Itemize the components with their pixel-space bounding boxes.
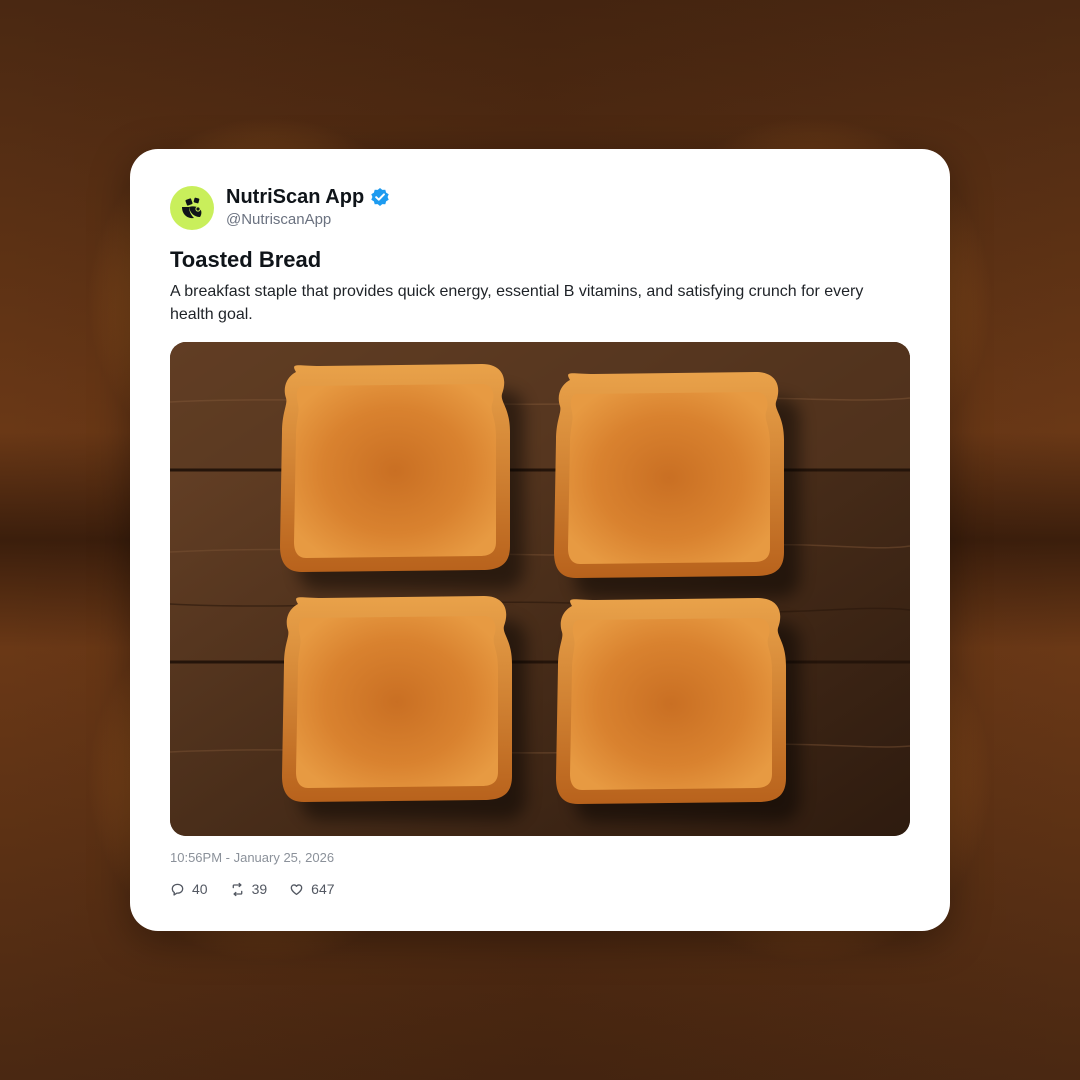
handle[interactable]: @NutriscanApp	[226, 210, 390, 230]
toast-slice-bottom-left	[282, 596, 526, 820]
reply-button[interactable]: 40	[170, 880, 208, 898]
toast-photo	[170, 342, 910, 836]
post-header: NutriScan App @NutriscanApp	[170, 185, 390, 230]
post-text: A breakfast staple that provides quick e…	[170, 283, 864, 323]
author-identity: NutriScan App @NutriscanApp	[226, 185, 390, 230]
post-image[interactable]	[170, 342, 910, 836]
repost-icon	[232, 882, 242, 896]
post-title: Toasted Bread	[170, 247, 322, 272]
post-actions: 40 39 647	[170, 880, 357, 898]
avatar[interactable]	[170, 185, 214, 230]
like-button[interactable]: 647	[289, 880, 335, 898]
heart-icon	[290, 883, 303, 895]
like-count: 647	[311, 881, 335, 897]
display-name[interactable]: NutriScan App	[226, 185, 364, 209]
repost-button[interactable]: 39	[230, 880, 268, 898]
toast-slice-bottom-right	[556, 598, 800, 822]
verified-badge-icon	[370, 187, 390, 207]
reply-icon	[171, 883, 184, 896]
repost-count: 39	[251, 881, 268, 897]
reply-count: 40	[192, 881, 208, 897]
toast-slice-top-right	[554, 372, 800, 598]
post-card: NutriScan App @NutriscanApp Toasted Brea…	[130, 149, 950, 931]
post-timestamp[interactable]: 10:56PM - January 25, 2026	[170, 849, 334, 867]
nutriscan-logo-icon	[182, 197, 202, 218]
toast-slice-top-left	[280, 364, 524, 590]
name-row: NutriScan App	[226, 185, 390, 209]
